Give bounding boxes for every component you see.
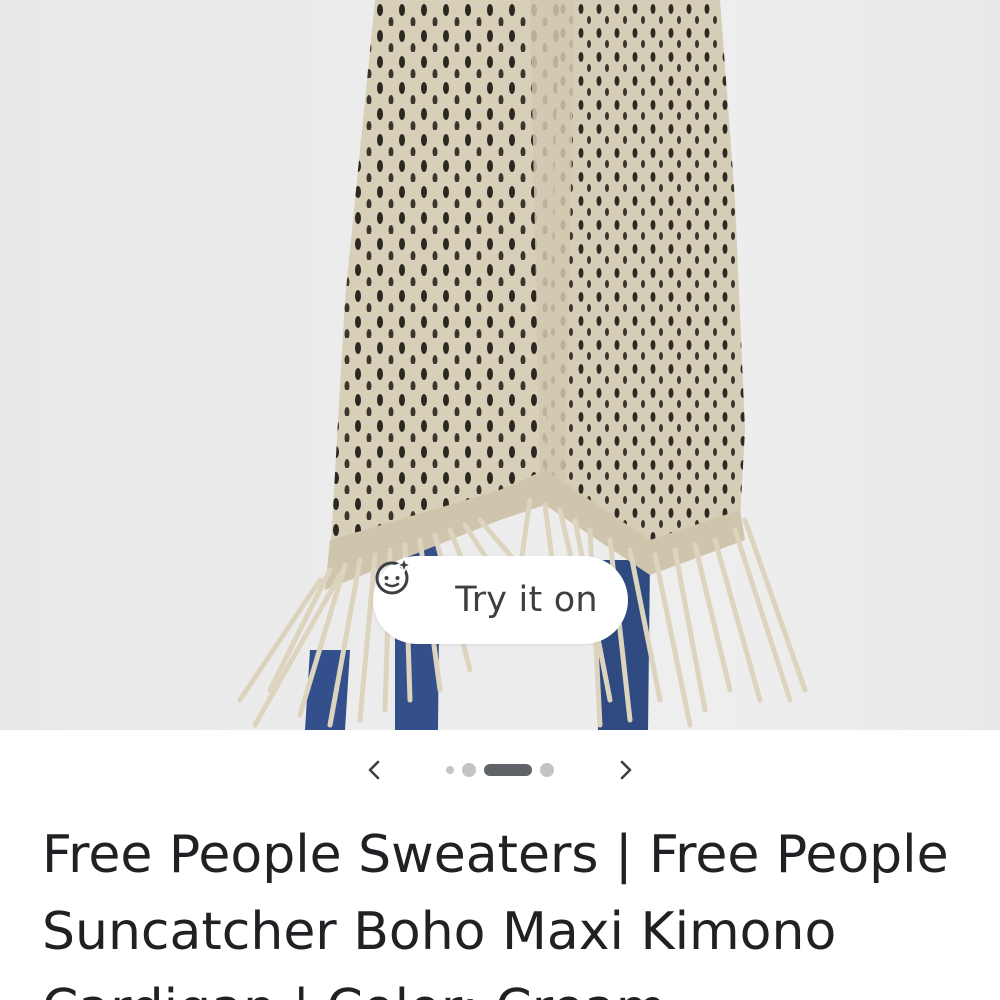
product-image[interactable]: Try it on	[0, 0, 1000, 730]
carousel-dots	[446, 763, 554, 777]
image-carousel-nav	[0, 730, 1000, 810]
chevron-left-icon[interactable]	[354, 750, 394, 790]
carousel-dot-active[interactable]	[484, 764, 532, 776]
carousel-dot[interactable]	[446, 766, 454, 774]
carousel-dot[interactable]	[462, 763, 476, 777]
carousel-dot[interactable]	[540, 763, 554, 777]
chevron-right-icon[interactable]	[606, 750, 646, 790]
try-it-on-label: Try it on	[455, 580, 598, 620]
face-sparkle-icon	[375, 556, 443, 620]
try-it-on-button[interactable]: Try it on	[373, 556, 628, 644]
product-title: Free People Sweaters | Free People Sunca…	[42, 825, 949, 1000]
